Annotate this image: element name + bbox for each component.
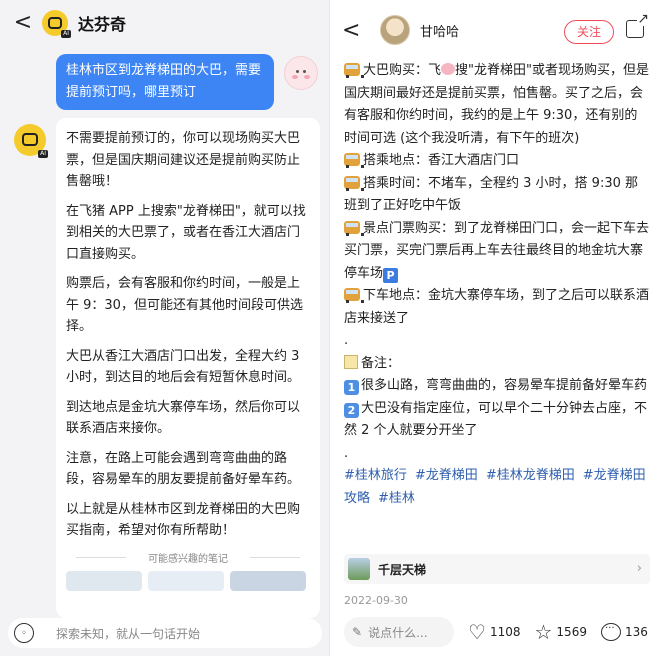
bus-icon — [344, 175, 364, 191]
bot-paragraph: 大巴从香江大酒店门口出发，全程大约 3 小时，到达目的地后会有短暂休息时间。 — [66, 348, 301, 386]
collect-count: 1569 — [556, 625, 587, 639]
suggested-notes-label: 可能感兴趣的笔记 — [66, 550, 310, 565]
post-date: 2022-09-30 — [344, 594, 408, 607]
bot-avatar: AI — [42, 10, 71, 38]
author-avatar[interactable] — [380, 15, 410, 45]
note-thumbnail[interactable] — [66, 570, 142, 591]
bus-icon — [344, 153, 364, 168]
back-icon[interactable]: < — [342, 18, 362, 43]
parking-icon: P — [383, 267, 399, 283]
star-icon: ☆ — [534, 620, 553, 644]
ai-badge: AI — [38, 150, 48, 158]
hashtag-link[interactable]: #龙脊梯田 — [415, 468, 478, 483]
pencil-icon: ✎ — [352, 625, 363, 639]
bot-message-avatar: AI — [14, 124, 48, 158]
hashtag-list: #桂林旅行 #龙脊梯田 #桂林龙脊梯田 #龙脊梯田攻略 #桂林 — [344, 465, 650, 510]
bot-paragraph: 购票后，会有客服和你约时间，一般是上午 9：30，但可能还有其他时间段可供选择。 — [66, 276, 303, 334]
post-line-buy: 大巴购买：飞 搜"龙脊梯田"或者现场购买，但是国庆期间最好还是提前买票，怕售罄。买… — [344, 63, 649, 146]
post-separator: . — [344, 333, 349, 348]
post-separator: . — [344, 445, 349, 461]
collect-button[interactable]: ☆ 1569 — [534, 622, 586, 642]
keycap-2-icon: 2 — [344, 402, 359, 418]
note-thumbnail[interactable] — [230, 570, 306, 591]
comment-count: 136 — [624, 625, 648, 639]
hashtag-link[interactable]: #桂林旅行 — [344, 468, 407, 483]
keycap-1-icon: 1 — [344, 380, 359, 395]
post-line-remark: 备注： — [344, 353, 650, 376]
ai-badge: AI — [61, 30, 71, 38]
related-note-title: 千层天梯 — [378, 562, 427, 577]
note-body: 大巴购买：飞 搜"龙脊梯田"或者现场购买，但是国庆期间最好还是提前买票，怕售罄。买… — [344, 60, 650, 510]
bot-paragraph: 以上就是从桂林市区到龙脊梯田的大巴购买指南，希望对你有所帮助！ — [66, 501, 301, 539]
post-line-pickup: 搭乘地点：香江大酒店门口 — [344, 150, 650, 173]
memo-icon — [344, 354, 358, 369]
suggested-notes-list — [66, 570, 310, 591]
ai-chat-panel: < AI 达芬奇 桂林市区到龙脊梯田的大巴，需要提前预订吗，哪里预订 AI 不需… — [0, 0, 330, 656]
chat-input[interactable]: ◦ 探索未知，就从一句话开始 — [8, 618, 322, 648]
comment-input[interactable]: ✎ 说点什么... — [344, 617, 454, 647]
post-line-ticket: 景点门票购买：到了龙脊梯田门口，会一起下车去买门票，买完门票后再上车去往最终目的… — [344, 220, 650, 283]
like-count: 1108 — [489, 625, 521, 639]
bot-face-icon — [48, 17, 62, 29]
chat-input-placeholder: 探索未知，就从一句话开始 — [56, 626, 201, 641]
bot-message-bubble: 不需要提前预订的，你可以现场购买大巴票，但是国庆期间建议还是提前购买防止售罄哦！… — [56, 118, 320, 618]
like-button[interactable]: ♡ 1108 — [468, 622, 520, 642]
bot-paragraph: 到达地点是金坑大寨停车场，然后你可以联系酒店来接你。 — [66, 399, 301, 437]
note-thumbnail[interactable] — [148, 570, 224, 591]
hashtag-link[interactable]: #桂林 — [378, 491, 415, 506]
post-line-time: 搭乘时间：不堵车，全程约 3 小时，搭 9:30 那班到了正好吃中午饭 — [344, 175, 639, 213]
chat-header: < AI 达芬奇 — [0, 0, 330, 46]
share-icon[interactable] — [626, 12, 649, 38]
post-line-dropoff: 下车地点：金坑大寨停车场，到了之后可以联系酒店来接送了 — [344, 288, 650, 326]
bot-paragraph: 在飞猪 APP 上搜索"龙脊梯田"，就可以找到相关的大巴票了，或者在香江大酒店门… — [66, 203, 306, 262]
comment-placeholder: 说点什么... — [368, 625, 428, 640]
user-message-bubble: 桂林市区到龙脊梯田的大巴，需要提前预订吗，哪里预订 — [56, 54, 274, 110]
bus-icon — [344, 220, 364, 236]
related-note-card[interactable]: 千层天梯 › — [344, 554, 650, 584]
user-avatar[interactable] — [284, 56, 318, 90]
bot-face-icon — [22, 133, 38, 146]
pig-icon — [441, 63, 456, 75]
post-line-remark2: 2 大巴没有指定座位，可以早个二十分钟去占座，不然 2 个人就要分开坐了 — [344, 400, 648, 438]
follow-button[interactable]: 关注 — [564, 20, 614, 44]
chevron-right-icon: › — [636, 561, 642, 576]
comment-button[interactable]: 136 — [600, 623, 648, 641]
back-icon[interactable]: < — [8, 12, 38, 34]
bus-icon — [344, 288, 364, 303]
bot-paragraph: 注意，在路上可能会遇到弯弯曲曲的路段，容易晕车的朋友要提前备好晕车药。 — [66, 450, 301, 488]
related-note-thumbnail — [348, 558, 370, 580]
bus-icon — [344, 63, 364, 78]
voice-icon[interactable]: ◦ — [14, 623, 34, 643]
engagement-bar: ✎ 说点什么... ♡ 1108 ☆ 1569 136 — [330, 614, 660, 650]
chat-title: 达芬奇 — [78, 15, 127, 34]
note-detail-panel: < 甘哈哈 关注 大巴购买：飞搜"龙脊梯田"或者现场购买，但是国庆期间最好还是提… — [330, 0, 660, 656]
author-name[interactable]: 甘哈哈 — [420, 21, 459, 40]
heart-icon: ♡ — [468, 620, 486, 644]
comment-bubble-icon — [600, 623, 621, 641]
post-line-remark1: 1 很多山路，弯弯曲曲的，容易晕车提前备好晕车药 — [344, 375, 650, 398]
bot-paragraph: 不需要提前预订的，你可以现场购买大巴票，但是国庆期间建议还是提前购买防止售罄哦！ — [66, 131, 301, 189]
hashtag-link[interactable]: #桂林龙脊梯田 — [486, 468, 575, 483]
